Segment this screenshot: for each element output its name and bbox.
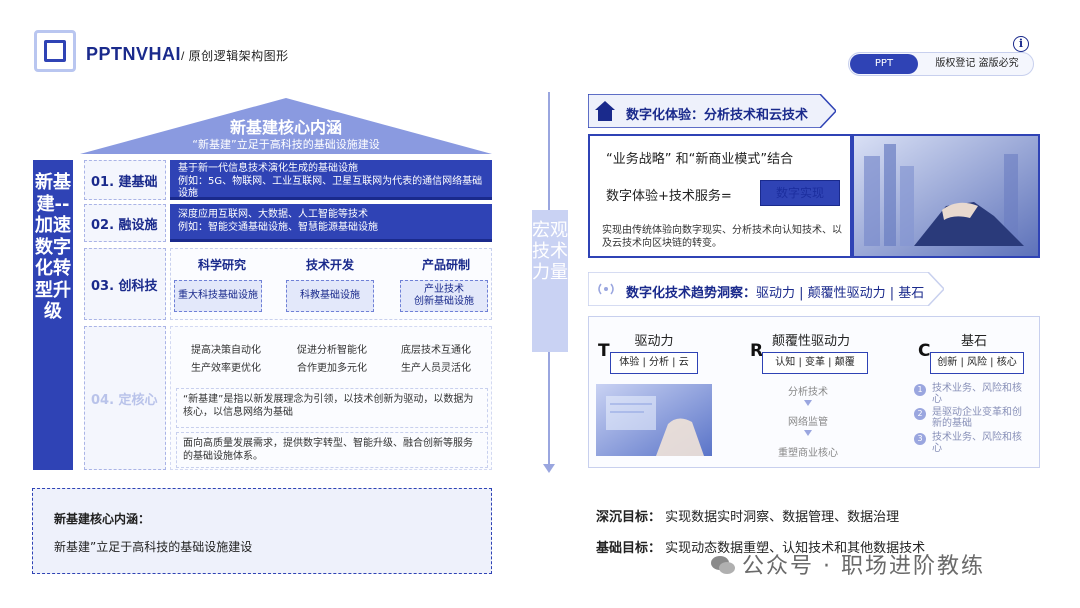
section-title-digital-experience: 数字化体验：分析技术和云技术: [626, 108, 809, 123]
core-summary-text: 新基建”立足于高科技的基础设施建设: [54, 540, 253, 554]
section-title-trends: 数字化技术趋势洞察：驱动力 | 颠覆性驱动力 | 基石: [626, 286, 925, 301]
copyright-notice: 版权登记 盗版必究: [935, 58, 1019, 69]
flow-arrow-icon: [804, 430, 812, 436]
flow-item-1: 分析技术: [788, 387, 828, 398]
row3-header-research: 科学研究: [197, 258, 246, 272]
ppt-badge[interactable]: PPT: [850, 54, 918, 74]
vertical-banner-text: 新基建--加速数字化转型升级: [35, 172, 71, 322]
flow-arrow-icon: [804, 400, 812, 406]
row4-cell-3: 底层技术互通化 生产人员灵活化: [401, 345, 471, 374]
brand-subtitle: / 原创逻辑架构图形: [181, 49, 289, 63]
row-body-2: 深度应用互联网、大数据、人工智能等技术 例如：智能交通基础设施、智慧能源基础设施: [170, 204, 492, 242]
numbered-text-1: 技术业务、风险和核心: [932, 383, 1022, 405]
brand-title: PPTNVHAI/ 原创逻辑架构图形: [86, 44, 289, 64]
row4-text-1: “新基建”是指以新发展理念为引领，以技术创新为驱动，以数据为核心，以信息网络为基…: [176, 388, 488, 428]
number-circle-2: 2: [914, 408, 926, 420]
handshake-photo: [852, 134, 1040, 258]
row3-item-product: 产业技术 创新基础设施: [400, 280, 488, 312]
row3-item-research: 重大科技基础设施: [174, 280, 262, 312]
row-label-3: 03. 创科技: [84, 248, 166, 320]
row-label-4: 04. 定核心: [84, 326, 166, 470]
number-circle-3: 3: [914, 433, 926, 445]
column-title-foundation: 基石: [960, 334, 987, 349]
transition-note: 实现由传统体验向数字现实、分析技术向认知技术、以及云技术向区块链的转变。: [602, 225, 842, 249]
tech-hand-photo: [596, 384, 712, 456]
info-icon[interactable]: i: [1013, 36, 1029, 52]
row4-text-2: 面向高质量发展需求，提供数字转型、智能升级、融合创新等服务的基础设施体系。: [176, 432, 488, 468]
column-box-disruptive: 认知 | 变革 | 颠覆: [762, 352, 868, 374]
row4-cell-2: 促进分析智能化 合作更加多元化: [297, 345, 367, 374]
wechat-icon: [711, 556, 735, 574]
signal-icon: [598, 283, 614, 295]
flow-item-3: 重塑商业核心: [778, 448, 838, 459]
column-box-driver: 体验 | 分析 | 云: [610, 352, 698, 374]
watermark-text: 公众号 · 职场进阶教练: [742, 554, 985, 579]
row3-item-dev: 科教基础设施: [286, 280, 374, 312]
column-box-foundation: 创新 | 风险 | 核心: [930, 352, 1024, 374]
column-title-disruptive: 颠覆性驱动力: [771, 334, 850, 349]
column-letter-c: C: [918, 341, 931, 361]
row3-header-dev: 技术开发: [305, 258, 354, 272]
digital-realization-button[interactable]: 数字实现: [760, 180, 840, 206]
column-title-driver: 驱动力: [634, 334, 674, 349]
row4-cell-1: 提高决策自动化 生产效率更优化: [191, 345, 261, 374]
logo-icon: [34, 30, 76, 72]
numbered-text-2: 是驱动企业变革和创新的基础: [932, 407, 1022, 429]
row-body-1: 基于新一代信息技术演化生成的基础设施 例如：5G、物联网、工业互联网、卫星互联网…: [170, 160, 492, 200]
roof-title: 新基建核心内涵: [229, 118, 342, 137]
row3-header-product: 产品研制: [421, 258, 470, 272]
row-label-2: 02. 融设施: [84, 204, 166, 242]
row-label-1: 01. 建基础: [84, 160, 166, 200]
number-circle-1: 1: [914, 384, 926, 396]
strategy-line: “业务战略” 和“新商业模式”结合: [606, 152, 794, 167]
roof-subtitle: “新基建”立足于高科技的基础设施建设: [192, 138, 380, 151]
goal-deep: 深沉目标： 实现数据实时洞察、数据管理、数据治理: [596, 510, 900, 525]
house-icon: [595, 101, 615, 121]
formula-line: 数字体验+技术服务=: [606, 189, 732, 204]
axis-arrow-icon: [543, 464, 555, 473]
core-summary-box: [32, 488, 492, 574]
axis-label: 宏观技术力量: [532, 210, 568, 352]
column-letter-t: T: [598, 341, 610, 361]
numbered-text-3: 技术业务、风险和核心: [932, 432, 1022, 454]
core-summary-title: 新基建核心内涵：: [54, 512, 151, 526]
flow-item-2: 网络监管: [788, 417, 828, 428]
